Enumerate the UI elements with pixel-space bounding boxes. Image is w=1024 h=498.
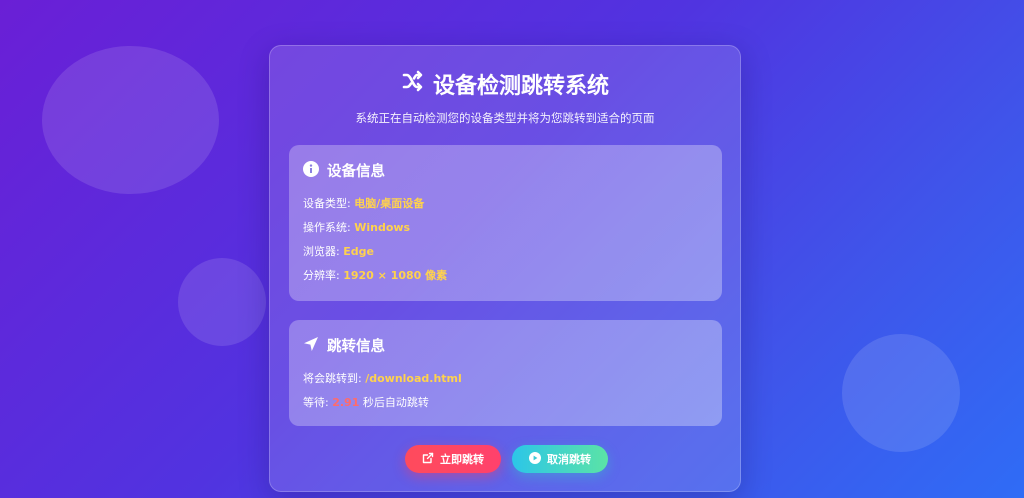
redirect-target-value: /download.html bbox=[365, 372, 462, 385]
resolution-row: 分辨率: 1920 × 1080 像素 bbox=[303, 267, 447, 283]
redirect-target-row: 将会跳转到: /download.html bbox=[303, 370, 462, 386]
countdown-label: 等待: bbox=[303, 396, 329, 409]
main-card: 设备检测跳转系统 系统正在自动检测您的设备类型并将为您跳转到适合的页面 设备信息… bbox=[269, 45, 741, 492]
decor-bubble-small bbox=[178, 258, 266, 346]
decor-bubble-right bbox=[842, 334, 960, 452]
browser-row: 浏览器: Edge bbox=[303, 243, 374, 259]
page-subtitle: 系统正在自动检测您的设备类型并将为您跳转到适合的页面 bbox=[355, 111, 655, 125]
device-info-title: 设备信息 bbox=[327, 164, 385, 180]
redirect-info-heading: 跳转信息 bbox=[303, 335, 385, 356]
redirect-target-label: 将会跳转到: bbox=[303, 372, 362, 385]
location-arrow-icon bbox=[303, 336, 319, 356]
resolution-label: 分辨率: bbox=[303, 269, 340, 282]
redirect-info-panel: 跳转信息 将会跳转到: /download.html 等待: 2.91 秒后自动… bbox=[289, 320, 722, 426]
countdown-row: 等待: 2.91 秒后自动跳转 bbox=[303, 394, 429, 410]
os-value: Windows bbox=[354, 221, 411, 234]
redirect-info-title: 跳转信息 bbox=[327, 339, 385, 355]
stop-circle-icon bbox=[529, 451, 541, 467]
os-row: 操作系统: Windows bbox=[303, 219, 410, 235]
decor-bubble-large bbox=[42, 46, 219, 194]
shuffle-icon bbox=[401, 69, 425, 99]
resolution-value: 1920 × 1080 像素 bbox=[343, 269, 448, 282]
countdown-value: 2.91 bbox=[332, 396, 360, 409]
device-info-panel: 设备信息 设备类型: 电脑/桌面设备 操作系统: Windows 浏览器: Ed… bbox=[289, 145, 722, 301]
device-type-row: 设备类型: 电脑/桌面设备 bbox=[303, 195, 424, 211]
cancel-redirect-label: 取消跳转 bbox=[547, 454, 591, 466]
title-text: 设备检测跳转系统 bbox=[432, 74, 609, 99]
redirect-now-button[interactable]: 立即跳转 bbox=[405, 445, 501, 473]
cancel-redirect-button[interactable]: 取消跳转 bbox=[512, 445, 608, 473]
external-link-icon bbox=[422, 452, 434, 467]
info-icon bbox=[303, 160, 319, 181]
redirect-now-label: 立即跳转 bbox=[440, 454, 484, 466]
os-label: 操作系统: bbox=[303, 221, 351, 234]
device-type-value: 电脑/桌面设备 bbox=[354, 197, 425, 210]
browser-value: Edge bbox=[343, 245, 374, 258]
countdown-suffix: 秒后自动跳转 bbox=[362, 396, 429, 409]
page-title: 设备检测跳转系统 bbox=[270, 68, 740, 100]
device-type-label: 设备类型: bbox=[303, 197, 351, 210]
device-info-heading: 设备信息 bbox=[303, 160, 385, 181]
browser-label: 浏览器: bbox=[303, 245, 340, 258]
